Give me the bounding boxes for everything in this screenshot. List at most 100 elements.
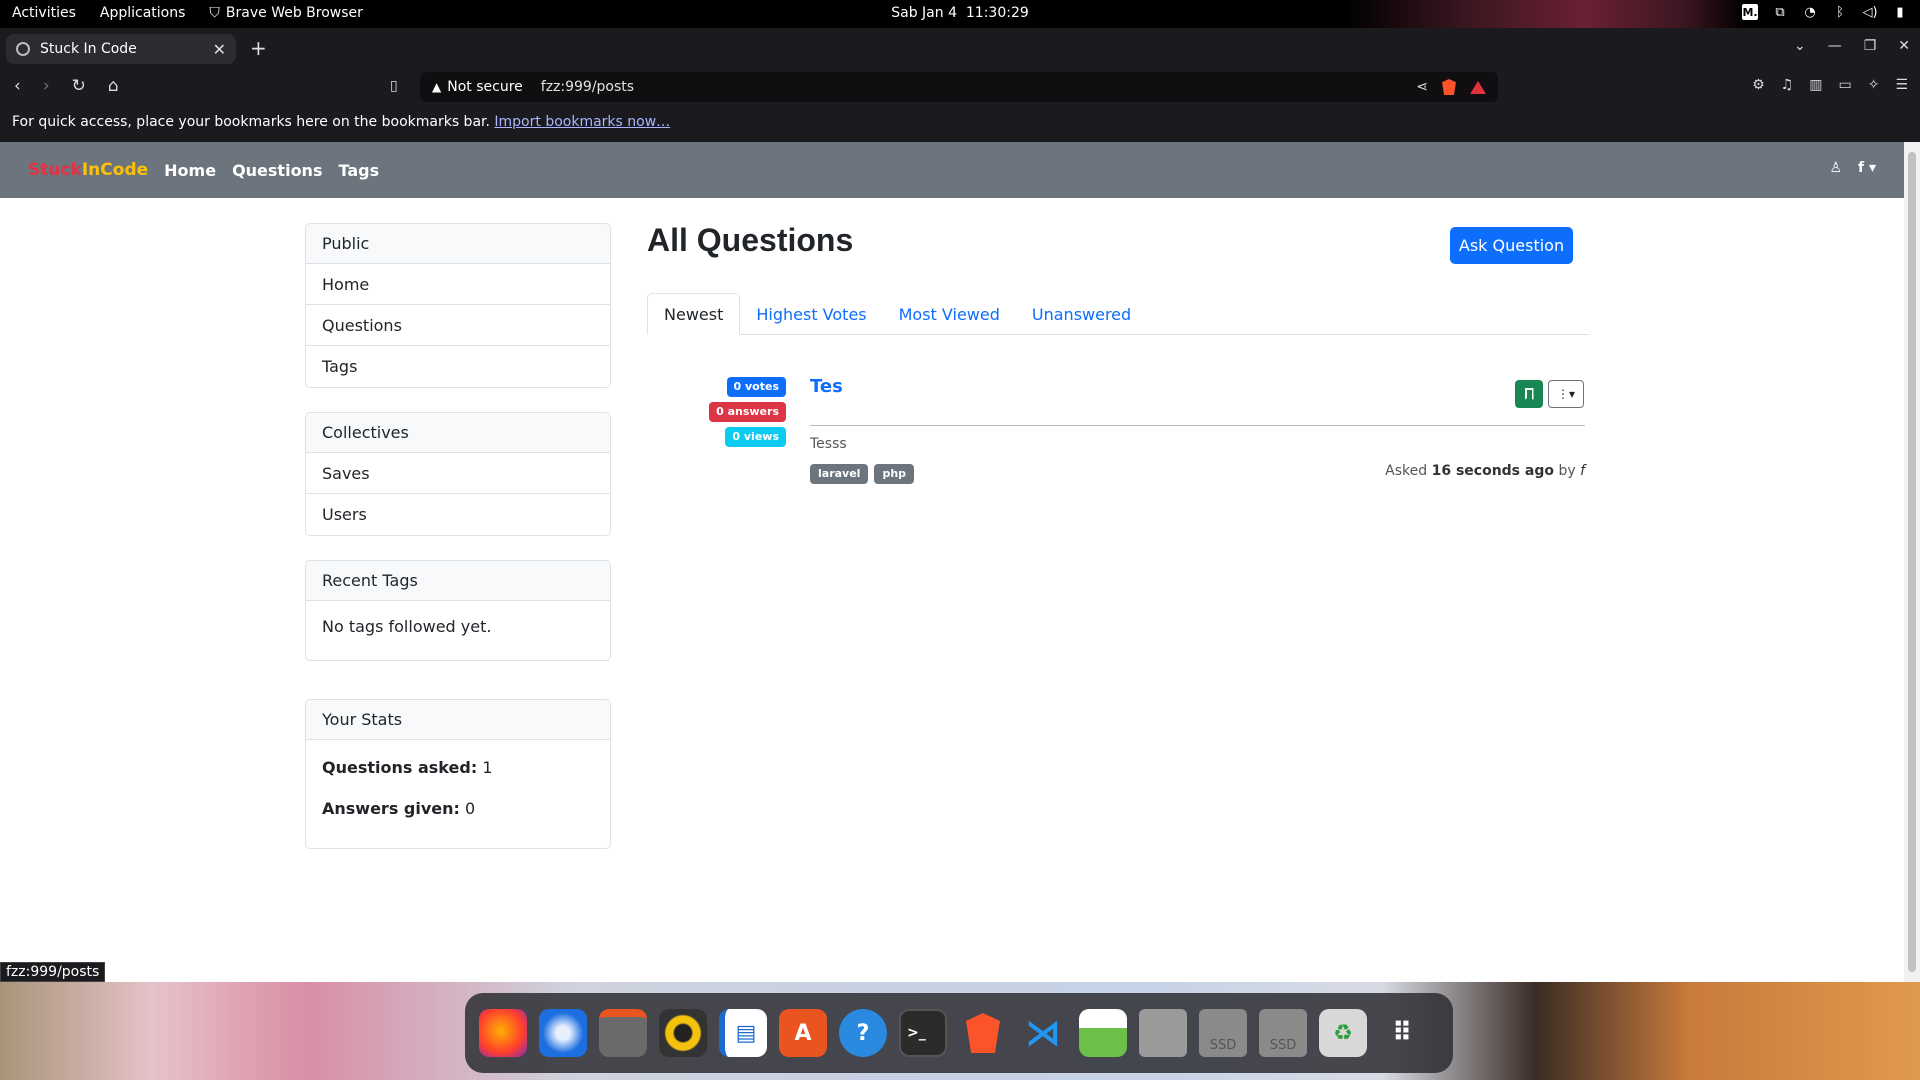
brave-icon[interactable]	[959, 1009, 1007, 1057]
wifi-icon[interactable]: ◔	[1802, 4, 1818, 20]
save-question-button[interactable]	[1515, 380, 1543, 408]
volume-icon[interactable]: ◁)	[1862, 4, 1878, 20]
sidebar-item-saves[interactable]: Saves	[306, 453, 610, 494]
answers-given-label: Answers given:	[322, 799, 460, 818]
question-title-link[interactable]: Tes	[810, 376, 843, 397]
vscode-icon[interactable]: ⋊	[1019, 1009, 1067, 1057]
home-button[interactable]: ⌂	[108, 76, 119, 96]
ssd-icon[interactable]: SSD	[1199, 1009, 1247, 1057]
sidebar-item-users[interactable]: Users	[306, 494, 610, 535]
indicator-m-icon[interactable]: M.	[1742, 4, 1758, 20]
browser-tab-strip: Stuck In Code ✕ + ⌄ — ❐ ✕	[0, 28, 1920, 68]
extensions-icon[interactable]: ⚙	[1752, 77, 1765, 93]
reload-button[interactable]: ↻	[72, 76, 86, 96]
bookmark-icon	[1524, 388, 1534, 400]
security-label: Not secure	[447, 79, 523, 95]
system-top-bar: Activities Applications ⛉ Brave Web Brow…	[0, 0, 1920, 28]
thunderbird-icon[interactable]	[539, 1009, 587, 1057]
nav-home[interactable]: Home	[164, 161, 216, 180]
import-bookmarks-link[interactable]: Import bookmarks now…	[494, 114, 670, 130]
page-scrollbar[interactable]	[1904, 142, 1920, 982]
question-actions: ⋮▾	[1515, 380, 1584, 408]
security-indicator[interactable]: ▲ Not secure	[432, 79, 523, 95]
trash-icon[interactable]: ♻	[1319, 1009, 1367, 1057]
questions-asked-value: 1	[482, 758, 493, 777]
minimize-button[interactable]: —	[1828, 38, 1842, 54]
share-icon[interactable]: ⋖	[1416, 79, 1428, 95]
tab-newest[interactable]: Newest	[647, 293, 741, 335]
answers-given-stat: Answers given: 0	[322, 799, 594, 818]
forward-button[interactable]: ›	[43, 76, 50, 96]
browser-tab[interactable]: Stuck In Code ✕	[6, 34, 236, 64]
scrollbar-thumb[interactable]	[1908, 152, 1916, 972]
url-text[interactable]: fzz:999/posts	[541, 79, 634, 95]
public-card: Public Home Questions Tags	[305, 223, 611, 388]
browser-toolbar: ‹ › ↻ ⌂ ▯ ▲ Not secure fzz:999/posts ⋖ ⚙…	[0, 68, 1920, 106]
clock[interactable]: Sab Jan 4 11:30:29	[891, 5, 1029, 21]
your-stats-card: Your Stats Questions asked: 1 Answers gi…	[305, 699, 611, 849]
tab-list-chevron-icon[interactable]: ⌄	[1794, 38, 1806, 54]
bluetooth-icon[interactable]: ᛒ	[1832, 4, 1848, 20]
brave-rewards-icon[interactable]	[1470, 80, 1486, 94]
terminal-icon[interactable]: >_	[899, 1009, 947, 1057]
user-initial: f	[1858, 160, 1865, 176]
screen-share-icon[interactable]: ⧉	[1772, 4, 1788, 20]
tab-title: Stuck In Code	[40, 41, 137, 57]
ask-question-button[interactable]: Ask Question	[1450, 227, 1573, 264]
image-viewer-icon[interactable]	[1079, 1009, 1127, 1057]
sidebar-item-tags[interactable]: Tags	[306, 346, 610, 387]
page-title: All Questions	[647, 222, 854, 258]
collectives-card-header: Collectives	[306, 413, 610, 453]
recent-tags-card: Recent Tags No tags followed yet.	[305, 560, 611, 661]
tab-most-viewed[interactable]: Most Viewed	[883, 293, 1016, 335]
brand-part1: Stuck	[28, 160, 82, 180]
help-icon[interactable]: ?	[839, 1009, 887, 1057]
files-icon[interactable]	[599, 1009, 647, 1057]
public-card-header: Public	[306, 224, 610, 264]
sidebar-item-questions[interactable]: Questions	[306, 305, 610, 346]
media-icon[interactable]: ♫	[1781, 77, 1794, 93]
question-author-link[interactable]: f	[1580, 463, 1585, 479]
close-window-button[interactable]: ✕	[1898, 38, 1910, 54]
questions-asked-label: Questions asked:	[322, 758, 478, 777]
questions-asked-stat: Questions asked: 1	[322, 758, 594, 777]
answers-badge: 0 answers	[709, 402, 786, 422]
close-tab-icon[interactable]: ✕	[213, 40, 226, 59]
writer-icon[interactable]: ▤	[719, 1009, 767, 1057]
wallet-icon[interactable]: ▭	[1838, 77, 1851, 93]
sidebar-item-home[interactable]: Home	[306, 264, 610, 305]
user-menu[interactable]: f ▾	[1858, 160, 1876, 176]
disk-icon[interactable]	[1139, 1009, 1187, 1057]
app-center-icon[interactable]: A	[779, 1009, 827, 1057]
tab-highest-votes[interactable]: Highest Votes	[740, 293, 882, 335]
brave-shields-icon[interactable]	[1442, 79, 1456, 95]
site-brand[interactable]: StuckInCode	[28, 160, 148, 180]
question-meta: Asked 16 seconds ago by f	[1385, 463, 1585, 479]
asked-prefix: Asked	[1385, 463, 1428, 479]
nav-questions[interactable]: Questions	[232, 161, 322, 180]
collectives-card: Collectives Saves Users	[305, 412, 611, 536]
user-icon[interactable]: ♙	[1829, 160, 1842, 176]
tab-unanswered[interactable]: Unanswered	[1016, 293, 1147, 335]
ssd-icon[interactable]: SSD	[1259, 1009, 1307, 1057]
back-button[interactable]: ‹	[14, 76, 21, 96]
warning-icon: ▲	[432, 80, 442, 94]
address-bar[interactable]: ▲ Not secure fzz:999/posts ⋖	[420, 72, 1498, 102]
battery-icon[interactable]: ▮	[1892, 4, 1908, 20]
tag-php[interactable]: php	[874, 464, 915, 484]
app-grid-icon[interactable]: ⠿	[1379, 1009, 1427, 1057]
question-options-dropdown[interactable]: ⋮▾	[1548, 380, 1584, 408]
maximize-button[interactable]: ❐	[1864, 38, 1877, 54]
sidebar-icon[interactable]: ▥	[1809, 77, 1822, 93]
ssd-label: SSD	[1209, 1038, 1237, 1053]
bookmark-icon[interactable]: ▯	[390, 78, 398, 94]
rhythmbox-icon[interactable]	[659, 1009, 707, 1057]
menu-icon[interactable]: ☰	[1895, 77, 1908, 93]
your-stats-header: Your Stats	[306, 700, 610, 740]
firefox-icon[interactable]	[479, 1009, 527, 1057]
brand-part2: InCode	[81, 160, 149, 180]
tag-laravel[interactable]: laravel	[810, 464, 869, 484]
leo-ai-icon[interactable]: ✧	[1868, 77, 1880, 93]
new-tab-button[interactable]: +	[250, 36, 267, 60]
nav-tags[interactable]: Tags	[338, 161, 379, 180]
